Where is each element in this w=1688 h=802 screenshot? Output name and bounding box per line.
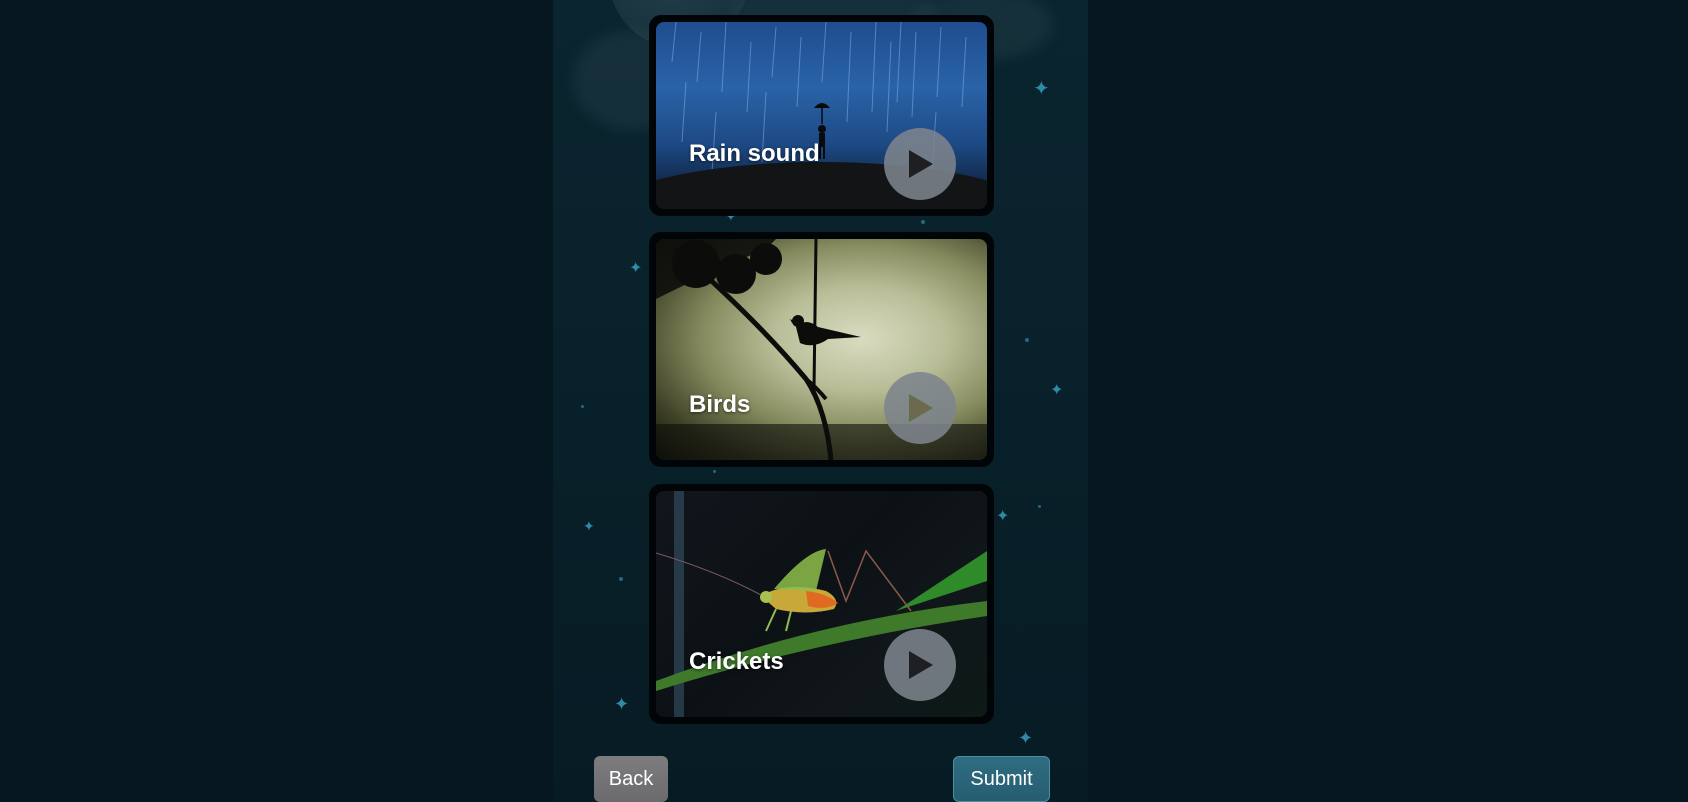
card-title: Rain sound: [689, 140, 820, 167]
card-title: Birds: [689, 391, 751, 418]
star-decoration: ✦: [1018, 728, 1034, 749]
play-icon: [909, 394, 933, 422]
card-image-crickets: Crickets: [656, 491, 987, 717]
play-icon: [909, 651, 933, 679]
star-dot: [581, 405, 584, 408]
play-icon: [909, 150, 933, 178]
play-button[interactable]: [884, 128, 956, 200]
sound-card-birds[interactable]: Birds: [649, 232, 994, 467]
star-decoration: ✦: [583, 519, 595, 535]
star-decoration: ✦: [629, 258, 643, 277]
star-decoration: ✦: [996, 506, 1010, 525]
star-decoration: ✦: [1050, 380, 1064, 399]
star-dot: [1025, 338, 1029, 342]
star-dot: [619, 577, 623, 581]
card-image-rain: Rain sound: [656, 22, 987, 209]
card-image-birds: Birds: [656, 239, 987, 460]
submit-button[interactable]: Submit: [953, 756, 1050, 802]
star-dot: [713, 470, 716, 473]
sound-card-rain[interactable]: Rain sound: [649, 15, 994, 216]
card-title: Crickets: [689, 648, 784, 675]
play-button[interactable]: [884, 629, 956, 701]
play-button[interactable]: [884, 372, 956, 444]
star-decoration: ✦: [614, 694, 630, 715]
star-decoration: ✦: [1033, 76, 1050, 100]
star-dot: [1038, 505, 1041, 508]
star-dot: [921, 220, 925, 224]
sound-card-crickets[interactable]: Crickets: [649, 484, 994, 724]
back-button[interactable]: Back: [594, 756, 668, 802]
